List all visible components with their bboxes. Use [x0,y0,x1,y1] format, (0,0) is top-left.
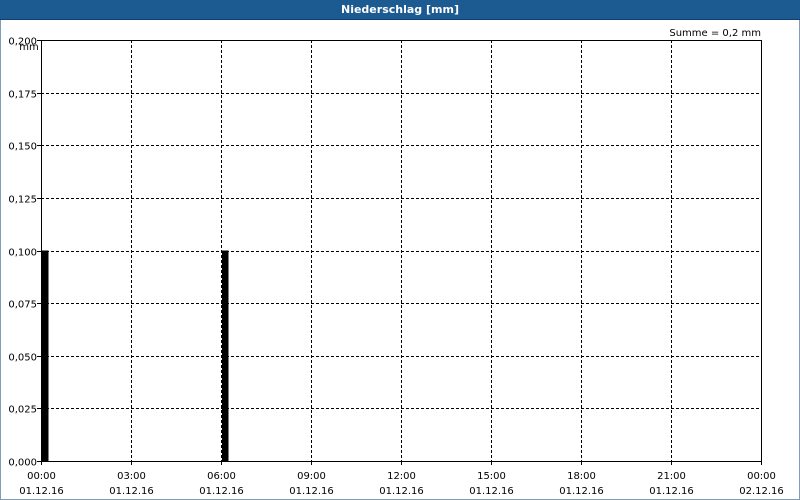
x-tick-date-label: 02.12.16 [739,486,784,497]
y-tick-label: 0,075 [8,300,37,311]
y-tick-label: 0,100 [8,248,37,259]
y-tick-label: 0,150 [8,142,37,153]
y-tick-label: 0,050 [8,353,37,364]
precipitation-chart: mm Summe = 0,2 mm 0,0000,0250,0500,0750,… [8,28,784,497]
x-tick-date-label: 01.12.16 [109,486,154,497]
x-tick-time-label: 00:00 [27,471,56,482]
x-tick-time-label: 00:00 [747,471,776,482]
y-tick-label: 0,000 [8,458,37,469]
x-tick-time-label: 03:00 [117,471,146,482]
precipitation-bar [42,250,49,461]
x-tick-time-label: 21:00 [657,471,686,482]
x-tick-date-label: 01.12.16 [289,486,334,497]
x-tick-date-label: 01.12.16 [469,486,514,497]
y-tick-label: 0,025 [8,405,37,416]
x-tick-date-label: 01.12.16 [199,486,244,497]
precipitation-bar [222,250,229,461]
x-tick-time-label: 12:00 [387,471,416,482]
y-tick-label: 0,175 [8,90,37,101]
x-tick-date-label: 01.12.16 [559,486,604,497]
sum-label: Summe = 0,2 mm [669,28,761,39]
x-tick-date-label: 01.12.16 [379,486,424,497]
x-tick-time-label: 06:00 [207,471,236,482]
y-tick-label: 0,200 [8,37,37,48]
x-tick-time-label: 09:00 [297,471,326,482]
x-tick-date-label: 01.12.16 [19,486,64,497]
x-tick-date-label: 01.12.16 [649,486,694,497]
y-tick-label: 0,125 [8,195,37,206]
x-tick-time-label: 18:00 [567,471,596,482]
x-tick-time-label: 15:00 [477,471,506,482]
